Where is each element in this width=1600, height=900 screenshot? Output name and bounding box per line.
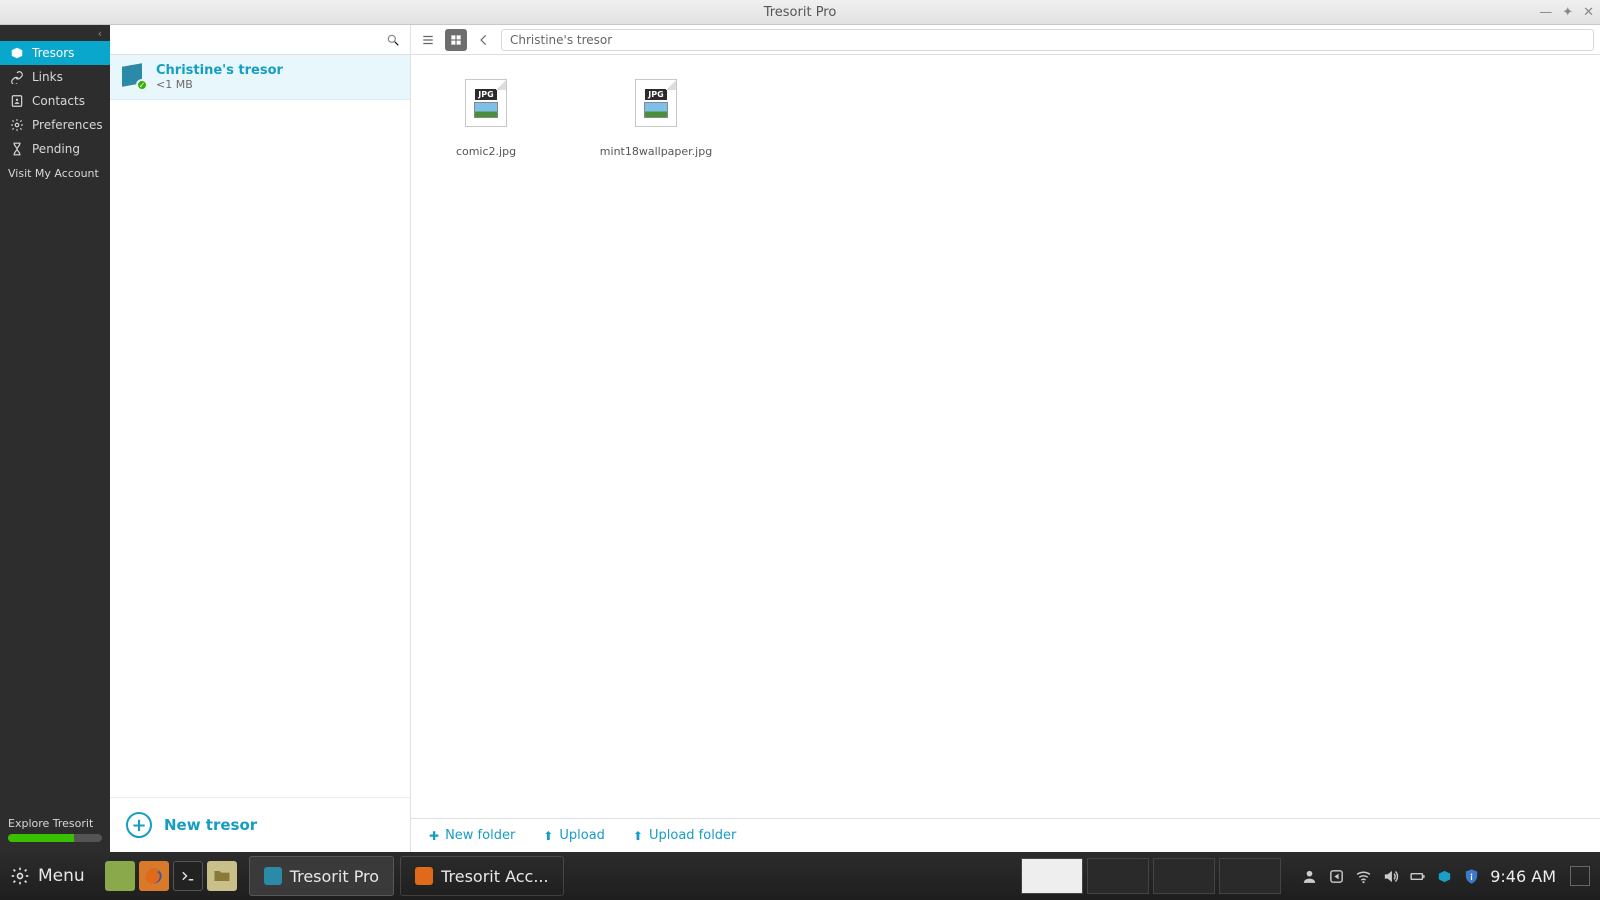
upload-icon: ⬆ — [633, 829, 643, 843]
clock[interactable]: 9:46 AM — [1490, 867, 1556, 886]
app-frame: ‹ Tresors Links Contacts Preferences — [0, 25, 1600, 852]
view-grid-button[interactable] — [445, 29, 467, 51]
grid-icon — [449, 33, 463, 47]
sidebar-item-contacts[interactable]: Contacts — [0, 89, 110, 113]
workspace-1[interactable] — [1021, 858, 1083, 894]
visit-account-link[interactable]: Visit My Account — [0, 161, 110, 186]
gear-icon — [10, 118, 24, 132]
sidebar-item-tresors[interactable]: Tresors — [0, 41, 110, 65]
tresor-list-panel: ✓ Christine's tresor <1 MB + New tresor — [110, 25, 411, 852]
tresor-list-item[interactable]: ✓ Christine's tresor <1 MB — [110, 55, 410, 100]
tresor-cube-icon: ✓ — [122, 65, 146, 89]
upload-icon: ⬆ — [543, 829, 553, 843]
new-tresor-label: New tresor — [164, 816, 257, 834]
file-jpg-icon: JPG — [465, 79, 507, 127]
tresorit-icon — [264, 867, 282, 885]
update-icon[interactable] — [1328, 868, 1345, 885]
file-manager-launcher[interactable] — [207, 861, 237, 891]
tresor-icon — [10, 46, 24, 60]
back-button[interactable] — [473, 29, 495, 51]
contacts-icon — [10, 94, 24, 108]
volume-icon[interactable] — [1382, 868, 1399, 885]
minimize-icon[interactable]: — — [1539, 0, 1552, 25]
sidebar-item-label: Tresors — [32, 46, 74, 60]
plus-circle-icon: + — [126, 812, 152, 838]
workspace-switcher — [1011, 858, 1291, 894]
tresorit-tray-icon[interactable] — [1436, 868, 1453, 885]
workspace-2[interactable] — [1087, 858, 1149, 894]
wifi-icon[interactable] — [1355, 868, 1372, 885]
sidebar-item-label: Preferences — [32, 118, 103, 132]
new-tresor-button[interactable]: + New tresor — [110, 797, 410, 852]
sidebar-item-pending[interactable]: Pending — [0, 137, 110, 161]
workspace-3[interactable] — [1153, 858, 1215, 894]
sidebar-collapse-button[interactable]: ‹ — [0, 25, 110, 41]
workspace-4[interactable] — [1219, 858, 1281, 894]
sidebar-item-preferences[interactable]: Preferences — [0, 113, 110, 137]
gear-icon — [10, 866, 30, 886]
show-desktop-button[interactable] — [1570, 866, 1590, 886]
arrow-left-icon — [477, 33, 491, 47]
terminal-icon — [179, 867, 197, 885]
start-menu-button[interactable]: Menu — [0, 852, 99, 900]
taskbar-app-browser[interactable]: Tresorit Acc... — [400, 856, 564, 896]
new-folder-button[interactable]: ✚ New folder — [429, 828, 515, 843]
search-icon — [386, 33, 400, 47]
tresor-size: <1 MB — [156, 78, 283, 91]
firefox-icon — [415, 867, 433, 885]
folder-icon — [212, 866, 232, 886]
plus-icon: ✚ — [429, 829, 439, 843]
firefox-icon — [144, 866, 164, 886]
link-icon — [10, 70, 24, 84]
upload-button[interactable]: ⬆ Upload — [543, 828, 605, 843]
user-icon[interactable] — [1301, 868, 1318, 885]
firefox-launcher[interactable] — [139, 861, 169, 891]
file-grid: JPG comic2.jpg JPG mint18wallpaper.jpg — [411, 55, 1600, 818]
show-desktop-launcher[interactable] — [105, 861, 135, 891]
hourglass-icon — [10, 142, 24, 156]
nav-sidebar: ‹ Tresors Links Contacts Preferences — [0, 25, 110, 852]
view-list-button[interactable] — [417, 29, 439, 51]
explore-tresorit-label: Explore Tresorit — [0, 817, 110, 834]
sync-ok-badge-icon: ✓ — [136, 79, 148, 91]
tresor-name: Christine's tresor — [156, 63, 283, 78]
shield-info-icon[interactable] — [1463, 868, 1480, 885]
battery-icon[interactable] — [1409, 868, 1426, 885]
explore-progress — [8, 834, 102, 842]
window-titlebar: Tresorit Pro — ✦ ✕ — [0, 0, 1600, 25]
sidebar-item-label: Pending — [32, 142, 80, 156]
content-action-bar: ✚ New folder ⬆ Upload ⬆ Upload folder — [411, 818, 1600, 852]
terminal-launcher[interactable] — [173, 861, 203, 891]
content-toolbar — [411, 25, 1600, 55]
taskbar-apps: Tresorit Pro Tresorit Acc... — [243, 852, 564, 900]
system-tray: 9:46 AM — [1291, 866, 1600, 886]
taskbar: Menu Tresorit Pro Tresorit Acc... — [0, 852, 1600, 900]
file-name: comic2.jpg — [456, 145, 516, 158]
sidebar-item-label: Contacts — [32, 94, 85, 108]
breadcrumb-input[interactable] — [501, 29, 1594, 51]
file-jpg-icon: JPG — [635, 79, 677, 127]
taskbar-app-tresorit[interactable]: Tresorit Pro — [249, 856, 394, 896]
close-icon[interactable]: ✕ — [1583, 0, 1594, 25]
window-title: Tresorit Pro — [764, 0, 837, 25]
file-item[interactable]: JPG mint18wallpaper.jpg — [601, 79, 711, 158]
file-item[interactable]: JPG comic2.jpg — [431, 79, 541, 158]
maximize-icon[interactable]: ✦ — [1562, 0, 1573, 25]
list-icon — [421, 33, 435, 47]
sidebar-item-label: Links — [32, 70, 63, 84]
file-name: mint18wallpaper.jpg — [600, 145, 712, 158]
quick-launch — [99, 861, 243, 891]
content-pane: JPG comic2.jpg JPG mint18wallpaper.jpg ✚… — [411, 25, 1600, 852]
sidebar-item-links[interactable]: Links — [0, 65, 110, 89]
upload-folder-button[interactable]: ⬆ Upload folder — [633, 828, 736, 843]
tresor-search-button[interactable] — [110, 25, 410, 55]
